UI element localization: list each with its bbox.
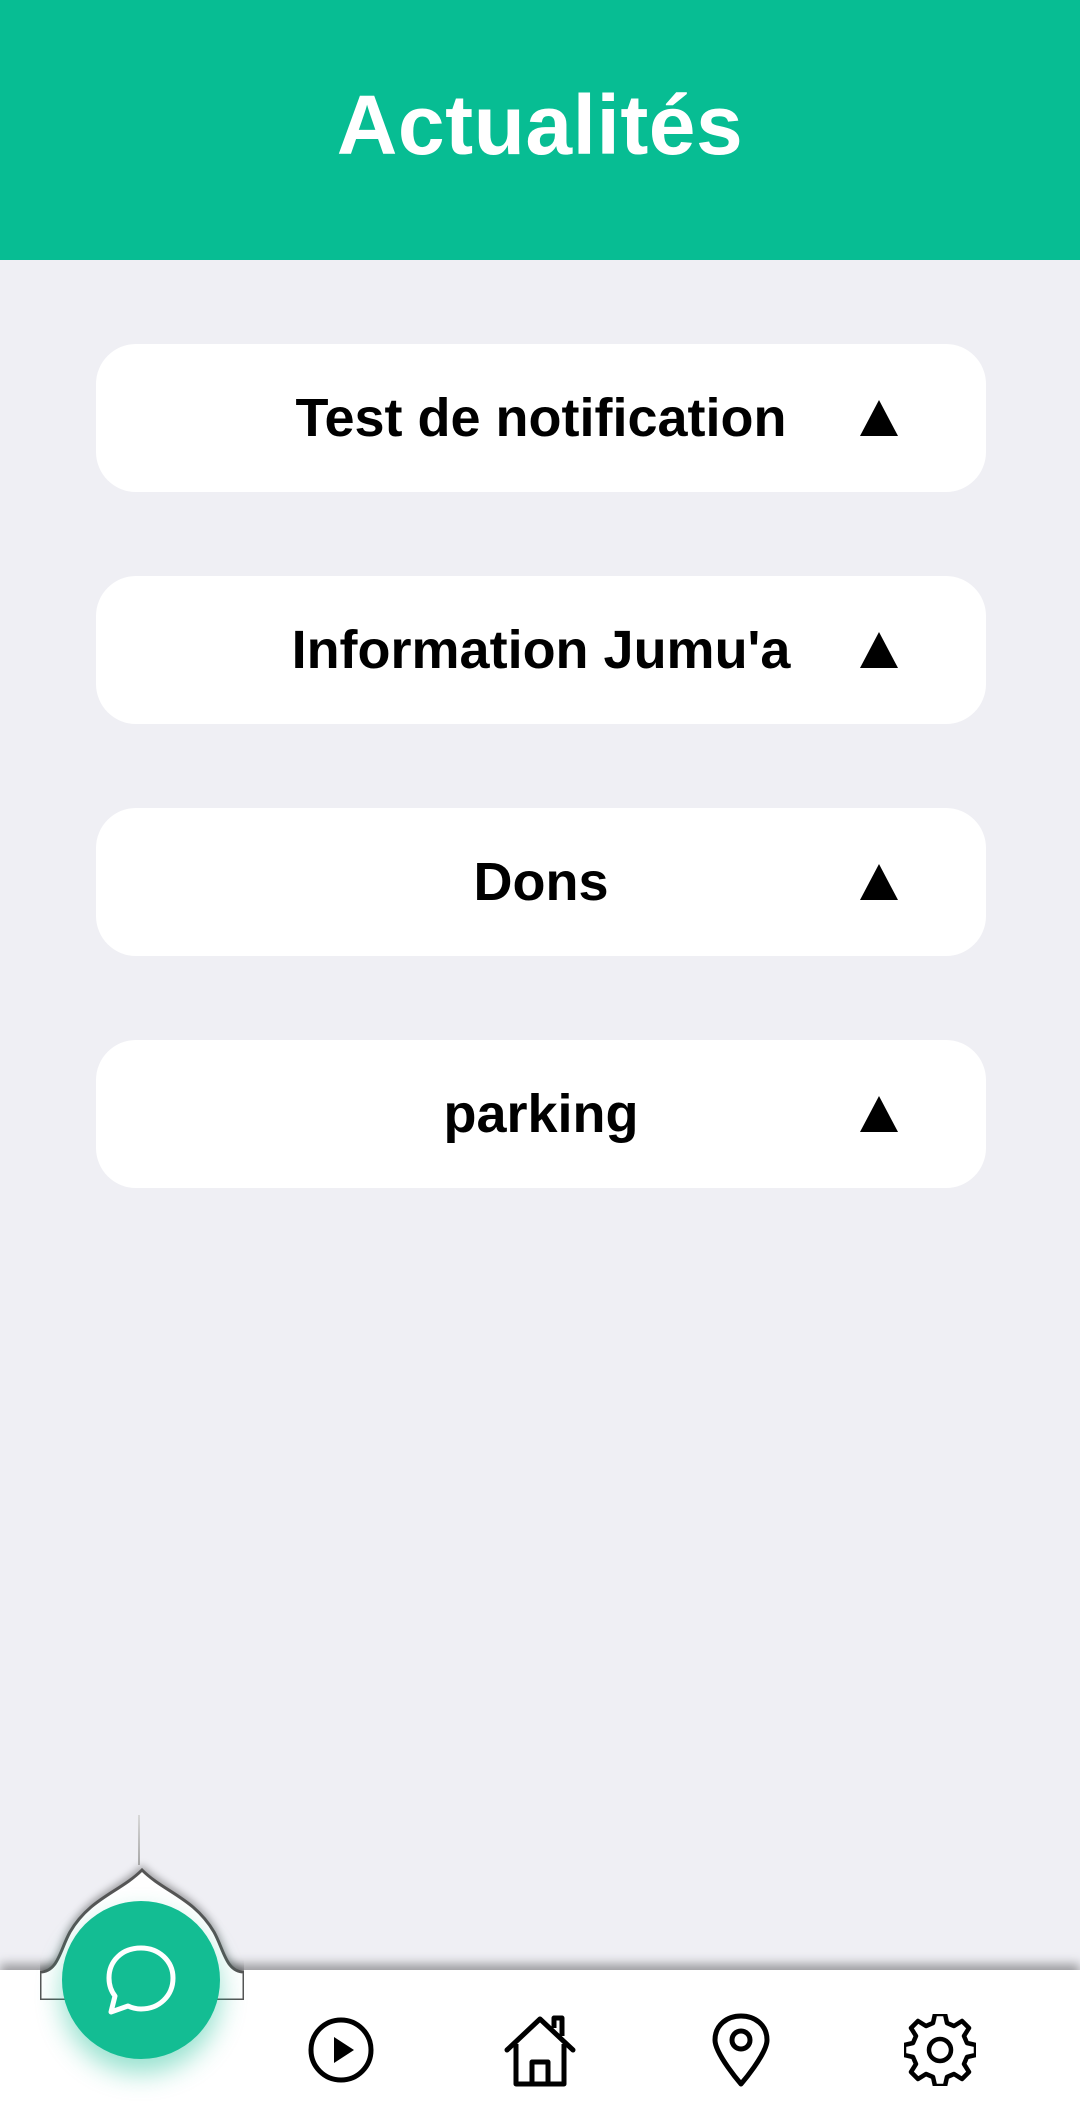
play-circle-icon <box>308 2017 374 2083</box>
news-item-title: Dons <box>473 852 609 912</box>
gear-icon <box>904 2014 976 2086</box>
chat-button[interactable] <box>62 1901 220 2059</box>
nav-home-button[interactable] <box>502 2012 578 2088</box>
news-item-title: parking <box>443 1084 639 1144</box>
app-header: Actualités <box>0 0 1080 260</box>
triangle-up-icon <box>860 400 898 436</box>
home-icon <box>504 2015 576 2087</box>
triangle-up-icon <box>860 1096 898 1132</box>
triangle-up-icon <box>860 632 898 668</box>
page-title: Actualités <box>336 77 744 172</box>
news-item-test-notification[interactable]: Test de notification <box>96 344 986 492</box>
news-item-dons[interactable]: Dons <box>96 808 986 956</box>
news-list: Test de notification Information Jumu'a … <box>96 344 986 1272</box>
nav-location-button[interactable] <box>703 2012 779 2088</box>
nav-settings-button[interactable] <box>902 2012 978 2088</box>
news-item-title: Information Jumu'a <box>291 620 791 680</box>
nav-play-button[interactable] <box>303 2012 379 2088</box>
triangle-up-icon <box>860 864 898 900</box>
news-item-parking[interactable]: parking <box>96 1040 986 1188</box>
location-pin-icon <box>712 2013 770 2087</box>
news-item-title: Test de notification <box>295 388 787 448</box>
chat-bubble-icon <box>106 1945 176 2015</box>
news-item-information-jumua[interactable]: Information Jumu'a <box>96 576 986 724</box>
fab-needle-decoration <box>138 1815 140 1865</box>
